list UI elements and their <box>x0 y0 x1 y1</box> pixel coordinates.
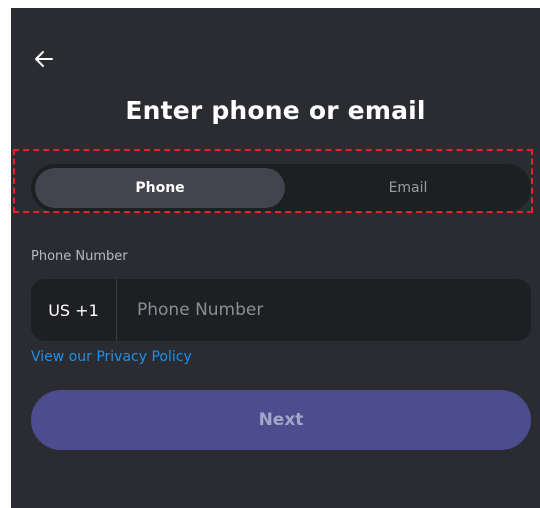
back-button[interactable] <box>29 44 59 74</box>
phone-number-label: Phone Number <box>31 249 128 264</box>
phone-number-input[interactable] <box>117 278 531 342</box>
privacy-policy-link[interactable]: View our Privacy Policy <box>31 349 192 365</box>
country-code-selector[interactable]: US +1 <box>31 279 117 341</box>
country-code-label: US +1 <box>48 300 99 320</box>
login-screen: Enter phone or email Phone Email Phone N… <box>11 8 540 508</box>
next-button[interactable]: Next <box>31 390 531 450</box>
page-title: Enter phone or email <box>125 96 426 125</box>
arrow-left-icon <box>35 51 53 67</box>
highlight-box <box>13 149 533 213</box>
phone-input-group: US +1 <box>31 278 531 342</box>
